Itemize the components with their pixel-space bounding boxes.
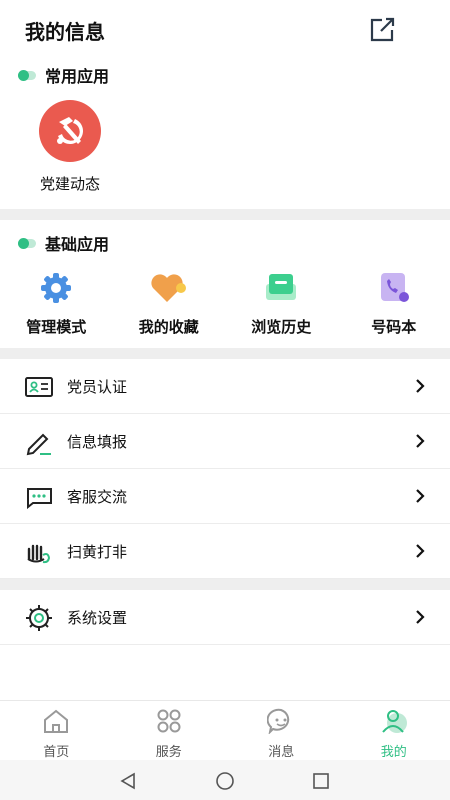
tab-label: 我的 xyxy=(380,745,407,760)
list-item-customer-service[interactable]: 客服交流 xyxy=(0,469,450,524)
app-browse-history[interactable]: 浏览历史 xyxy=(225,262,338,342)
app-label: 管理模式 xyxy=(26,318,87,336)
system-nav-bar xyxy=(0,760,450,800)
chevron-right-icon xyxy=(416,610,425,624)
tab-services[interactable]: 服务 xyxy=(113,701,226,760)
settings-list: 系统设置 xyxy=(0,590,450,645)
list-item-info-fill[interactable]: 信息填报 xyxy=(0,414,450,469)
party-emblem-icon xyxy=(39,100,101,162)
pen-icon xyxy=(24,427,54,457)
section-toggle-icon xyxy=(18,69,36,81)
basic-apps-grid: 管理模式 我的收藏 浏览历史 号码本 xyxy=(0,262,450,342)
message-icon xyxy=(266,708,290,736)
app-my-favorites[interactable]: 我的收藏 xyxy=(113,262,226,342)
basic-apps-header: 基础应用 xyxy=(18,231,109,255)
external-edit-icon[interactable] xyxy=(368,16,396,44)
gear-icon xyxy=(36,268,76,308)
tab-label: 服务 xyxy=(155,745,182,760)
settings-gear-icon xyxy=(24,603,54,633)
common-apps-title: 常用应用 xyxy=(45,67,110,86)
home-circle-icon[interactable] xyxy=(215,771,235,791)
chat-dots-icon xyxy=(24,482,54,512)
basic-apps-title: 基础应用 xyxy=(45,235,110,254)
chevron-right-icon xyxy=(416,489,425,503)
list-item-label: 系统设置 xyxy=(67,608,128,627)
tab-label: 消息 xyxy=(268,745,295,760)
list-item-member-verify[interactable]: 党员认证 xyxy=(0,359,450,414)
phone-book-icon xyxy=(374,268,414,308)
section-divider xyxy=(0,348,450,359)
menu-list: 党员认证 信息填报 客服交流 扫黄打非 xyxy=(0,359,450,579)
tab-label: 首页 xyxy=(43,745,70,760)
app-label: 党建动态 xyxy=(39,175,100,193)
list-item-label: 党员认证 xyxy=(67,377,128,396)
heart-icon xyxy=(149,268,189,308)
fist-icon xyxy=(24,537,54,567)
section-divider xyxy=(0,209,450,220)
list-item-label: 扫黄打非 xyxy=(67,542,128,561)
app-management-mode[interactable]: 管理模式 xyxy=(0,262,113,342)
profile-icon xyxy=(381,710,407,733)
chevron-right-icon xyxy=(416,379,425,393)
bottom-tab-bar: 首页 服务 消息 我的 xyxy=(0,700,450,760)
page-title: 我的信息 xyxy=(25,20,105,44)
home-icon xyxy=(44,709,69,733)
section-divider xyxy=(0,579,450,590)
history-box-icon xyxy=(261,268,301,308)
app-label: 我的收藏 xyxy=(138,318,199,336)
tab-profile[interactable]: 我的 xyxy=(338,701,450,760)
app-party-news[interactable]: 党建动态 xyxy=(28,100,112,194)
app-phone-book[interactable]: 号码本 xyxy=(338,262,450,342)
list-item-label: 客服交流 xyxy=(67,487,128,506)
tab-messages[interactable]: 消息 xyxy=(225,701,338,760)
chevron-right-icon xyxy=(416,544,425,558)
common-apps-header: 常用应用 xyxy=(18,63,109,87)
chevron-right-icon xyxy=(416,434,425,448)
list-item-system-settings[interactable]: 系统设置 xyxy=(0,590,450,645)
section-toggle-icon xyxy=(18,237,36,249)
page-header: 我的信息 xyxy=(0,0,450,58)
app-label: 浏览历史 xyxy=(251,318,312,336)
tab-home[interactable]: 首页 xyxy=(0,701,113,760)
back-triangle-icon[interactable] xyxy=(118,771,138,791)
list-item-label: 信息填报 xyxy=(67,432,128,451)
id-card-icon xyxy=(24,372,54,402)
recent-square-icon[interactable] xyxy=(311,771,331,791)
services-icon xyxy=(157,709,181,733)
list-item-anti-porn[interactable]: 扫黄打非 xyxy=(0,524,450,579)
app-label: 号码本 xyxy=(371,318,417,336)
